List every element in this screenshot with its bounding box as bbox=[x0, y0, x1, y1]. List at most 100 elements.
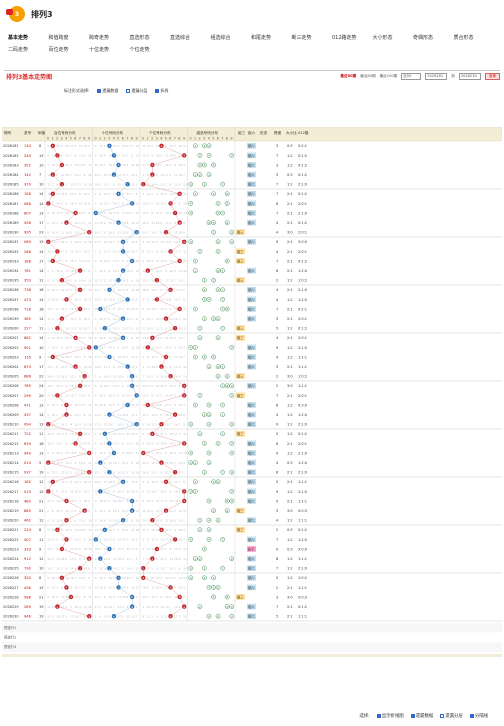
nav-item-1-0[interactable]: 基本走势 bbox=[8, 34, 49, 41]
missing-value: 18 bbox=[136, 163, 140, 167]
missing-value: 18 bbox=[99, 403, 103, 407]
missing-value: 18 bbox=[151, 182, 155, 186]
missing-value: 10 bbox=[79, 259, 83, 263]
missing-value: 14 bbox=[170, 384, 174, 388]
missing-value: 13 bbox=[183, 557, 187, 561]
missing-value: 6 bbox=[65, 192, 67, 196]
missing-value: 11 bbox=[79, 202, 83, 206]
missing-value: 16 bbox=[52, 595, 56, 599]
nav-item-1-3[interactable]: 直选形态 bbox=[130, 34, 171, 41]
option-line[interactable]: 折线 bbox=[155, 88, 168, 94]
nav-item-1-4[interactable]: 直选综合 bbox=[170, 34, 211, 41]
footer-missing-toggle[interactable]: 遗漏数据 bbox=[410, 713, 433, 719]
checkbox-icon[interactable] bbox=[410, 713, 415, 718]
row-type: 组六 bbox=[248, 239, 255, 244]
row-012: 2:1:0 bbox=[298, 451, 307, 455]
nav-item-2-1[interactable]: 百位走势 bbox=[49, 46, 90, 53]
nav-item-1-8[interactable]: 012路走势 bbox=[332, 34, 373, 41]
missing-value: 19 bbox=[127, 576, 131, 580]
group-digit: 6 bbox=[217, 211, 219, 215]
checkbox-icon[interactable] bbox=[155, 89, 160, 93]
missing-value: 10 bbox=[170, 432, 174, 436]
missing-value: 1 bbox=[151, 250, 153, 254]
nav-item-1-9[interactable]: 大小形态 bbox=[373, 34, 414, 41]
missing-value: 12 bbox=[61, 173, 65, 177]
missing-value: 1 bbox=[99, 288, 101, 292]
missing-value: 15 bbox=[122, 586, 126, 590]
missing-value: 3 bbox=[160, 211, 162, 215]
option-missing[interactable]: 遗漏数据 bbox=[97, 88, 118, 94]
nav-item-2-2[interactable]: 十位走势 bbox=[89, 46, 130, 53]
row-sum: 17 bbox=[39, 259, 43, 263]
nav-item-1-6[interactable]: 和尾走势 bbox=[251, 34, 292, 41]
missing-value: 4 bbox=[61, 451, 63, 455]
checkbox-icon[interactable] bbox=[440, 713, 445, 718]
checkbox-icon[interactable] bbox=[97, 89, 102, 93]
nav-item-1-1[interactable]: 和值跨度 bbox=[49, 34, 90, 41]
table-header-cell: 组选号码分布 bbox=[197, 130, 219, 135]
missing-value: 2 bbox=[70, 278, 72, 282]
missing-value: 6 bbox=[127, 595, 129, 599]
missing-value: 8 bbox=[174, 586, 176, 590]
nav-item-1-5[interactable]: 组选综合 bbox=[211, 34, 252, 41]
footer-layer-toggle[interactable]: 遗漏分层 bbox=[440, 713, 463, 719]
ball-digit: 8 bbox=[131, 259, 133, 263]
missing-value: 10 bbox=[147, 422, 151, 426]
row-012: 2:0:1 bbox=[298, 336, 307, 340]
nav-item-2-0[interactable]: 二码走势 bbox=[8, 46, 49, 53]
nav-item-2-3[interactable]: 个位走势 bbox=[130, 46, 171, 53]
nav-item-1-2[interactable]: 跨奇走势 bbox=[89, 34, 130, 41]
checkbox-icon[interactable] bbox=[126, 89, 131, 93]
missing-value: 2 bbox=[122, 422, 124, 426]
period-80-link[interactable]: 最近80期 bbox=[360, 74, 375, 79]
row-span: 7 bbox=[276, 605, 278, 609]
footer-divider-toggle[interactable]: 分隔线 bbox=[469, 713, 488, 719]
option-layer[interactable]: 遗漏分层 bbox=[126, 88, 147, 94]
missing-value: 8 bbox=[108, 326, 110, 330]
nav-item-1-11[interactable]: 质合形态 bbox=[454, 34, 495, 41]
period-select[interactable]: 近50 bbox=[401, 73, 422, 80]
missing-value: 4 bbox=[108, 374, 110, 378]
missing-value: 16 bbox=[122, 528, 126, 532]
query-button[interactable]: 查询 bbox=[484, 73, 500, 80]
missing-value: 6 bbox=[47, 221, 49, 225]
period-50-link[interactable]: 最近50期 bbox=[340, 74, 356, 79]
missing-value: 3 bbox=[160, 394, 162, 398]
missing-value: 3 bbox=[88, 374, 90, 378]
missing-value: 19 bbox=[52, 605, 56, 609]
missing-value: 11 bbox=[56, 192, 60, 196]
nav-item-1-10[interactable]: 奇偶形态 bbox=[413, 34, 454, 41]
missing-value: 10 bbox=[113, 250, 117, 254]
nav-item-1-7[interactable]: 断三走势 bbox=[292, 34, 333, 41]
missing-value: 11 bbox=[156, 442, 160, 446]
to-issue-input[interactable]: 2026230 bbox=[458, 73, 481, 80]
row-type: 组六 bbox=[248, 498, 255, 503]
missing-value: 6 bbox=[156, 365, 158, 369]
footer-line-toggle[interactable]: 显示折线图 bbox=[376, 713, 404, 719]
missing-value: 12 bbox=[70, 432, 74, 436]
missing-value: 15 bbox=[170, 509, 174, 513]
missing-value: 5 bbox=[131, 326, 133, 330]
digit-header: 1 bbox=[194, 137, 196, 141]
group-digit: 3 bbox=[203, 278, 205, 282]
missing-value: 14 bbox=[88, 288, 92, 292]
missing-value: 18 bbox=[156, 403, 160, 407]
from-issue-input[interactable]: 2026181 bbox=[425, 73, 448, 80]
checkbox-icon[interactable] bbox=[469, 713, 474, 718]
missing-value: 13 bbox=[104, 365, 108, 369]
row-type: 组六 bbox=[248, 450, 255, 455]
row-number: 940 bbox=[24, 451, 32, 455]
row-bigsmall: 2:1 bbox=[287, 240, 293, 244]
table-header-cell: 个位号码分布 bbox=[149, 130, 171, 135]
missing-value: 8 bbox=[99, 250, 101, 254]
missing-value: 7 bbox=[52, 566, 54, 570]
row-bigsmall: 2:1 bbox=[287, 259, 293, 263]
section-bar: 排列3基本走势图 最近50期 最近80期 最近100期 近50 2026181 … bbox=[4, 70, 500, 82]
missing-value: 3 bbox=[99, 355, 101, 359]
missing-value: 1 bbox=[165, 547, 167, 551]
missing-value: 2 bbox=[84, 394, 86, 398]
digit-header: 2 bbox=[151, 137, 153, 141]
missing-value: 10 bbox=[88, 336, 92, 340]
checkbox-icon[interactable] bbox=[376, 713, 381, 718]
period-100-link[interactable]: 最近100期 bbox=[380, 74, 398, 79]
